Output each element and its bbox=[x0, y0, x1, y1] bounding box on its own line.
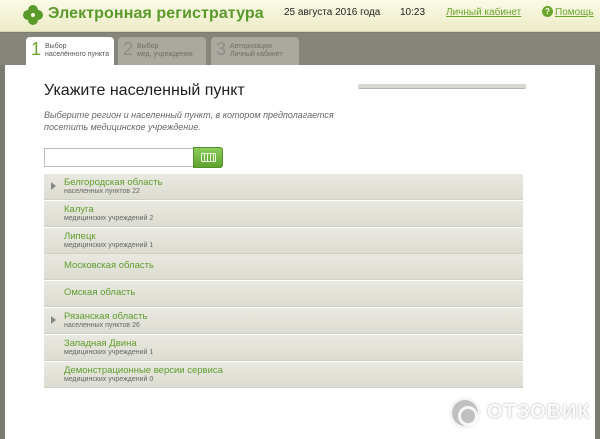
region-name[interactable]: Рязанская область bbox=[64, 311, 147, 322]
region-item-kaluga[interactable]: Калуга медицинских учреждений 2 bbox=[44, 200, 523, 227]
step-authorization[interactable]: 3 Авторизация Личный кабинет bbox=[211, 37, 299, 65]
step-line1: Выбор bbox=[45, 43, 67, 50]
app-header: Электронная регистратура 25 августа 2016… bbox=[0, 0, 600, 32]
step-line2: мед. учреждения bbox=[137, 51, 193, 58]
page-subtitle: Выберите регион и населенный пункт, в ко… bbox=[44, 110, 334, 132]
step-number: 3 bbox=[216, 39, 227, 59]
step-line2: Личный кабинет bbox=[230, 51, 283, 58]
help-link[interactable]: Помощь bbox=[555, 7, 594, 18]
watermark-text: ОТЗОВИК bbox=[487, 401, 591, 423]
clover-icon bbox=[23, 5, 43, 25]
question-icon[interactable]: ? bbox=[542, 6, 553, 17]
step-select-institution[interactable]: 2 Выбор мед. учреждения bbox=[118, 37, 206, 65]
region-item-belgorod[interactable]: Белгородская область населенных пунктов … bbox=[44, 174, 523, 200]
triangle-right-icon[interactable] bbox=[51, 182, 56, 190]
region-item-moscow-oblast[interactable]: Московская область bbox=[44, 254, 523, 281]
keyboard-icon bbox=[201, 153, 216, 162]
region-item-omsk-oblast[interactable]: Омская область bbox=[44, 281, 523, 308]
step-line1: Авторизация bbox=[230, 43, 272, 50]
step-line2: населённого пункта bbox=[45, 51, 110, 58]
region-name[interactable]: Омская область bbox=[64, 287, 135, 298]
triangle-right-icon[interactable] bbox=[51, 315, 56, 324]
page-title: Укажите населенный пункт bbox=[44, 82, 245, 99]
keyboard-button[interactable] bbox=[193, 147, 223, 168]
region-meta: медицинских учреждений 2 bbox=[64, 214, 154, 222]
region-meta: медицинских учреждений 1 bbox=[64, 241, 154, 249]
step-select-locality[interactable]: 1 Выбор населённого пункта bbox=[26, 37, 114, 65]
region-item-ryazan[interactable]: Рязанская область населенных пунктов 26 bbox=[44, 307, 523, 334]
region-meta: населенных пунктов 26 bbox=[64, 321, 140, 329]
region-name[interactable]: Калуга bbox=[64, 204, 94, 215]
region-name[interactable]: Западная Двина bbox=[64, 338, 137, 349]
region-name[interactable]: Демонстрационные версии сервиса bbox=[64, 365, 223, 376]
step-number: 2 bbox=[123, 39, 134, 59]
side-panel-bar bbox=[358, 84, 526, 89]
region-item-zapadnaya-dvina[interactable]: Западная Двина медицинских учреждений 1 bbox=[44, 334, 523, 361]
region-meta: населенных пунктов 22 bbox=[64, 188, 140, 195]
search-input[interactable] bbox=[44, 148, 196, 167]
step-line1: Выбор bbox=[137, 43, 159, 50]
region-meta: медицинских учреждений 1 bbox=[64, 348, 154, 356]
region-name[interactable]: Липецк bbox=[64, 231, 96, 242]
region-item-lipetsk[interactable]: Липецк медицинских учреждений 1 bbox=[44, 227, 523, 254]
step-number: 1 bbox=[31, 39, 42, 59]
cabinet-link[interactable]: Личный кабинет bbox=[446, 7, 521, 18]
steps-bar: 1 Выбор населённого пункта 2 Выбор мед. … bbox=[0, 33, 600, 65]
region-meta: медицинских учреждений 0 bbox=[64, 375, 154, 383]
app-title: Электронная регистратура bbox=[48, 5, 264, 22]
watermark-logo-icon bbox=[449, 397, 481, 429]
main-panel: Укажите населенный пункт Выберите регион… bbox=[5, 65, 595, 439]
current-time: 10:23 bbox=[400, 7, 426, 18]
region-list: Белгородская область населенных пунктов … bbox=[44, 174, 523, 388]
current-date: 25 августа 2016 года bbox=[284, 7, 381, 18]
watermark: ОТЗОВИК bbox=[449, 395, 599, 435]
region-item-demo[interactable]: Демонстрационные версии сервиса медицинс… bbox=[44, 361, 523, 388]
region-name[interactable]: Белгородская область bbox=[64, 177, 163, 188]
region-name[interactable]: Московская область bbox=[64, 260, 154, 271]
